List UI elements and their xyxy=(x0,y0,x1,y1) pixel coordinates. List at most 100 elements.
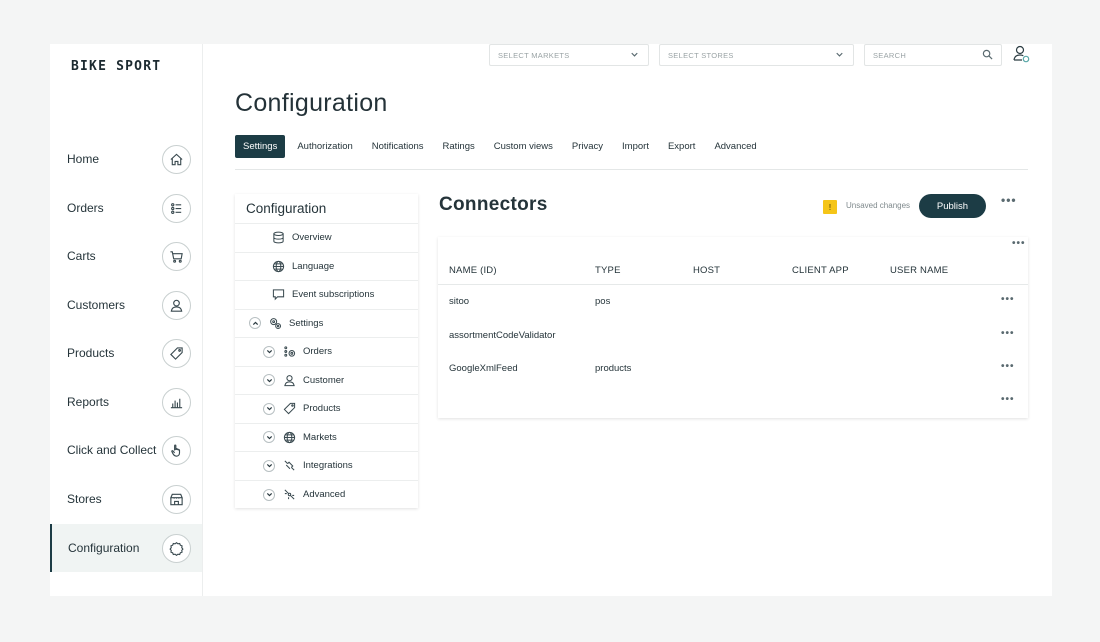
select-markets-dropdown[interactable]: SELECT MARKETS xyxy=(489,44,649,66)
chevron-down-icon[interactable] xyxy=(263,402,275,415)
chevron-down-icon xyxy=(834,49,845,62)
select-stores-dropdown[interactable]: SELECT STORES xyxy=(659,44,854,66)
user-icon xyxy=(283,374,296,387)
tab-authorization[interactable]: Authorization xyxy=(297,141,352,152)
tree-item-label: Event subscriptions xyxy=(292,289,375,301)
orders-list-icon xyxy=(283,345,296,358)
tree-item-label: Overview xyxy=(292,232,332,244)
sidebar-item-label: Click and Collect xyxy=(67,443,157,457)
search-input[interactable]: SEARCH xyxy=(864,44,1002,66)
sidebar-item-configuration[interactable]: Configuration xyxy=(50,524,202,572)
row-more-options-icon[interactable]: ••• xyxy=(1001,395,1015,405)
tree-item-overview[interactable]: Overview xyxy=(235,224,418,253)
tab-notifications[interactable]: Notifications xyxy=(372,141,424,152)
tree-item-advanced[interactable]: Advanced xyxy=(235,481,418,510)
database-icon xyxy=(272,231,285,244)
sidebar-item-label: Customers xyxy=(67,298,126,312)
tab-import[interactable]: Import xyxy=(622,141,649,152)
cell-type: products xyxy=(595,363,632,374)
chevron-up-icon[interactable] xyxy=(249,317,261,330)
tree-item-label: Advanced xyxy=(303,489,346,501)
column-header-user-name[interactable]: USER NAME xyxy=(890,265,948,276)
tree-item-products[interactable]: Products xyxy=(235,395,418,424)
cart-icon xyxy=(162,241,191,271)
user-account-icon[interactable] xyxy=(1011,44,1033,66)
sidebar-item-label: Stores xyxy=(67,492,102,506)
tag-icon xyxy=(283,402,296,415)
sidebar-item-click-and-collect[interactable]: Click and Collect xyxy=(50,426,202,474)
tree-item-label: Language xyxy=(292,260,335,272)
tab-advanced[interactable]: Advanced xyxy=(714,141,756,152)
brand-logo: BIKE SPORT xyxy=(71,59,162,74)
table-more-options-icon[interactable]: ••• xyxy=(1012,239,1026,249)
chevron-down-icon[interactable] xyxy=(263,488,275,501)
unsaved-changes-label: Unsaved changes xyxy=(846,201,911,210)
table-row[interactable]: sitoo pos ••• xyxy=(438,285,1028,318)
integrations-icon xyxy=(283,459,296,472)
sidebar-item-reports[interactable]: Reports xyxy=(50,378,202,426)
table-row[interactable]: GoogleXmlFeed products ••• xyxy=(438,352,1028,385)
search-placeholder: SEARCH xyxy=(873,50,907,60)
chevron-down-icon xyxy=(629,49,640,62)
table-header-row: NAME (ID) TYPE HOST CLIENT APP USER NAME xyxy=(438,255,1028,285)
tab-privacy[interactable]: Privacy xyxy=(572,141,603,152)
tree-item-markets[interactable]: Markets xyxy=(235,424,418,452)
column-header-host[interactable]: HOST xyxy=(693,265,720,276)
more-options-icon[interactable]: ••• xyxy=(1001,194,1017,206)
cell-type: pos xyxy=(595,296,611,307)
tree-item-orders[interactable]: Orders xyxy=(235,338,418,367)
gears-icon xyxy=(269,317,282,330)
tree-title: Configuration xyxy=(235,194,418,224)
tree-item-settings[interactable]: Settings xyxy=(235,310,418,338)
select-stores-placeholder: SELECT STORES xyxy=(668,50,734,60)
column-header-name[interactable]: NAME (ID) xyxy=(449,265,497,276)
tree-item-label: Integrations xyxy=(303,460,353,472)
chevron-down-icon[interactable] xyxy=(263,345,275,358)
row-more-options-icon[interactable]: ••• xyxy=(1001,295,1015,305)
row-more-options-icon[interactable]: ••• xyxy=(1001,329,1015,339)
sidebar-item-customers[interactable]: Customers xyxy=(50,281,202,329)
search-icon xyxy=(982,49,993,62)
app-window: BIKE SPORT Home Orders Carts Customers P… xyxy=(50,44,1052,596)
sidebar-item-label: Orders xyxy=(67,201,104,215)
tree-item-label: Markets xyxy=(303,431,337,443)
sidebar: BIKE SPORT Home Orders Carts Customers P… xyxy=(50,44,203,596)
page-title: Configuration xyxy=(235,89,388,117)
chevron-down-icon[interactable] xyxy=(263,431,275,444)
chevron-down-icon[interactable] xyxy=(263,374,275,387)
tree-item-label: Customer xyxy=(303,374,345,386)
tree-item-customer[interactable]: Customer xyxy=(235,367,418,395)
tab-export[interactable]: Export xyxy=(668,141,695,152)
column-header-type[interactable]: TYPE xyxy=(595,265,621,276)
cell-name: GoogleXmlFeed xyxy=(449,363,518,374)
table-row[interactable]: assortmentCodeValidator ••• xyxy=(438,319,1028,352)
sidebar-item-label: Home xyxy=(67,152,100,166)
tab-settings[interactable]: Settings xyxy=(235,134,286,158)
tree-item-integrations[interactable]: Integrations xyxy=(235,452,418,481)
chat-bubble-icon xyxy=(272,288,285,301)
table-row[interactable]: ••• xyxy=(438,385,1028,418)
connectors-title: Connectors xyxy=(439,194,548,215)
warning-badge: ! xyxy=(823,200,837,214)
sidebar-item-orders[interactable]: Orders xyxy=(50,184,202,232)
sidebar-item-products[interactable]: Products xyxy=(50,329,202,377)
sidebar-item-stores[interactable]: Stores xyxy=(50,475,202,523)
tree-item-event-subscriptions[interactable]: Event subscriptions xyxy=(235,281,418,310)
cell-name: assortmentCodeValidator xyxy=(449,330,556,341)
settings-tabs: Settings Authorization Notifications Rat… xyxy=(235,134,776,158)
sidebar-item-label: Reports xyxy=(67,395,110,409)
tab-custom-views[interactable]: Custom views xyxy=(494,141,553,152)
tree-item-label: Orders xyxy=(303,346,333,358)
tree-item-language[interactable]: Language xyxy=(235,253,418,281)
sidebar-item-home[interactable]: Home xyxy=(50,135,202,183)
chevron-down-icon[interactable] xyxy=(263,459,275,472)
tab-ratings[interactable]: Ratings xyxy=(443,141,475,152)
sidebar-item-label: Carts xyxy=(67,249,96,263)
sidebar-item-carts[interactable]: Carts xyxy=(50,232,202,280)
cell-name: sitoo xyxy=(449,296,470,307)
column-header-client-app[interactable]: CLIENT APP xyxy=(792,265,849,276)
row-more-options-icon[interactable]: ••• xyxy=(1001,362,1015,372)
tabs-divider xyxy=(235,169,1028,170)
publish-button[interactable]: Publish xyxy=(919,194,986,218)
tag-icon xyxy=(162,338,191,368)
